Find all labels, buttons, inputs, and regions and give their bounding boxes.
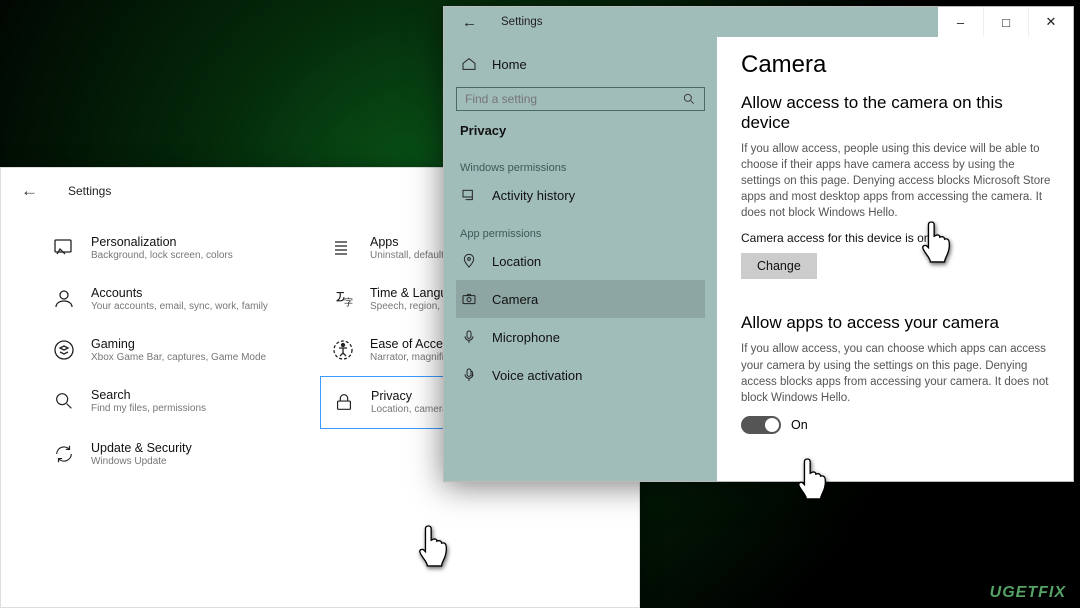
toggle-track[interactable] — [741, 416, 781, 434]
content-pane: Camera Allow access to the camera on thi… — [717, 37, 1073, 481]
sidebar-group-windows-permissions: Windows permissions — [456, 148, 705, 176]
camera-access-status: Camera access for this device is on — [741, 231, 1051, 245]
apps-icon — [330, 235, 356, 261]
sidebar-item-label: Location — [492, 254, 541, 269]
privacy-icon — [331, 389, 357, 415]
personalization-icon — [51, 235, 77, 261]
page-title: Camera — [741, 51, 1051, 79]
sidebar-item-label: Activity history — [492, 188, 575, 203]
window-title: Settings — [501, 16, 543, 28]
category-sub: Windows Update — [91, 455, 192, 468]
time-language-icon: 字 — [330, 286, 356, 312]
category-sub: Your accounts, email, sync, work, family — [91, 300, 268, 313]
sidebar-section-title: Privacy — [456, 117, 705, 148]
section-description: If you allow access, you can choose whic… — [741, 341, 1051, 405]
accounts-icon — [51, 286, 77, 312]
back-arrow-icon[interactable]: ← — [462, 14, 477, 31]
category-accounts[interactable]: AccountsYour accounts, email, sync, work… — [41, 274, 320, 325]
sidebar-group-app-permissions: App permissions — [456, 214, 705, 242]
sidebar-item-activity-history[interactable]: Activity history — [456, 176, 705, 214]
sidebar-item-home[interactable]: Home — [456, 45, 705, 83]
category-gaming[interactable]: GamingXbox Game Bar, captures, Game Mode — [41, 325, 320, 376]
category-personalization[interactable]: PersonalizationBackground, lock screen, … — [41, 223, 320, 274]
camera-icon — [460, 290, 478, 308]
microphone-icon — [460, 328, 478, 346]
category-sub: Background, lock screen, colors — [91, 249, 233, 262]
category-title: Gaming — [91, 337, 266, 351]
section-heading-device-access: Allow access to the camera on this devic… — [741, 93, 1051, 133]
update-security-icon — [51, 441, 77, 467]
category-title: Update & Security — [91, 441, 192, 455]
sidebar-item-label: Camera — [492, 292, 538, 307]
search-icon — [682, 92, 696, 106]
settings-main-title: Settings — [68, 184, 111, 198]
sidebar: Home Privacy Windows permissions Activit… — [444, 37, 717, 481]
category-sub: Xbox Game Bar, captures, Game Mode — [91, 351, 266, 364]
sidebar-search[interactable] — [456, 87, 705, 111]
sidebar-item-label: Home — [492, 57, 527, 72]
section-heading-apps-access: Allow apps to access your camera — [741, 313, 1051, 333]
sidebar-item-label: Voice activation — [492, 368, 582, 383]
search-icon — [51, 388, 77, 414]
sidebar-item-location[interactable]: Location — [456, 242, 705, 280]
toggle-label: On — [791, 418, 808, 432]
close-button[interactable]: ✕ — [1028, 7, 1073, 37]
apps-access-toggle[interactable]: On — [741, 416, 1051, 434]
sidebar-item-label: Microphone — [492, 330, 560, 345]
toggle-knob — [765, 418, 779, 432]
category-update-security[interactable]: Update & SecurityWindows Update — [41, 429, 320, 480]
location-icon — [460, 252, 478, 270]
window-chrome: ← Settings – □ ✕ — [444, 7, 1073, 37]
search-input[interactable] — [465, 92, 682, 106]
sidebar-item-voice-activation[interactable]: Voice activation — [456, 356, 705, 394]
sidebar-item-microphone[interactable]: Microphone — [456, 318, 705, 356]
maximize-button[interactable]: □ — [983, 7, 1028, 37]
gaming-icon — [51, 337, 77, 363]
settings-privacy-window: ← Settings – □ ✕ Home Privacy Windows pe… — [443, 6, 1074, 482]
svg-text:字: 字 — [344, 296, 353, 307]
category-title: Search — [91, 388, 206, 402]
category-title: Personalization — [91, 235, 233, 249]
category-search[interactable]: SearchFind my files, permissions — [41, 376, 320, 429]
watermark-text: UGETFIX — [990, 584, 1066, 602]
section-description: If you allow access, people using this d… — [741, 141, 1051, 221]
ease-of-access-icon — [330, 337, 356, 363]
back-arrow-icon[interactable]: ← — [21, 181, 38, 201]
minimize-button[interactable]: – — [938, 7, 983, 37]
category-title: Accounts — [91, 286, 268, 300]
change-button[interactable]: Change — [741, 253, 817, 279]
category-sub: Find my files, permissions — [91, 402, 206, 415]
sidebar-item-camera[interactable]: Camera — [456, 280, 705, 318]
home-icon — [460, 55, 478, 73]
activity-history-icon — [460, 186, 478, 204]
voice-activation-icon — [460, 366, 478, 384]
